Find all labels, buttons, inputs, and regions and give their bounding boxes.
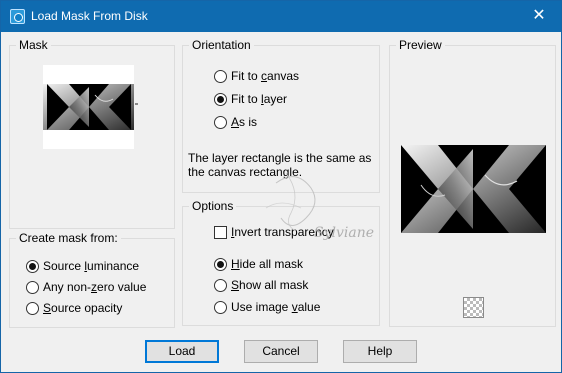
radio-indicator — [214, 300, 227, 314]
cancel-button[interactable]: Cancel — [244, 340, 318, 363]
mask-thumbnail[interactable] — [43, 65, 134, 149]
radio-label: Fit to layer — [231, 92, 288, 106]
checkbox-indicator — [214, 225, 227, 239]
close-icon: ✕ — [532, 7, 546, 24]
orientation-info-text: The layer rectangle is the same as the c… — [188, 151, 372, 179]
checkbox-label: Invert transparency — [231, 225, 334, 239]
source-opacity-radio[interactable]: Source opacity — [26, 299, 122, 317]
transparency-toggle-icon[interactable] — [463, 297, 484, 318]
thumbnail-marker — [135, 103, 138, 105]
app-icon — [10, 9, 25, 24]
mask-thumbnail-image — [43, 84, 134, 130]
mask-group-label: Mask — [16, 38, 51, 52]
source-luminance-radio[interactable]: Source luminance — [26, 257, 139, 275]
preview-image — [401, 145, 546, 233]
radio-indicator — [26, 301, 39, 315]
orientation-label: Orientation — [189, 38, 254, 52]
radio-label: Any non-zero value — [43, 280, 147, 294]
radio-label: Source opacity — [43, 301, 123, 315]
radio-indicator — [26, 259, 39, 273]
dialog-window: Load Mask From Disk ✕ Mask Create mask f… — [0, 0, 562, 373]
create-mask-from-label: Create mask from: — [16, 231, 121, 245]
radio-label: As is — [231, 115, 258, 129]
help-button[interactable]: Help — [343, 340, 417, 363]
show-all-mask-radio[interactable]: Show all mask — [214, 276, 308, 294]
invert-transparency-checkbox[interactable]: Invert transparency — [214, 223, 334, 241]
radio-indicator — [214, 69, 227, 83]
load-button[interactable]: Load — [145, 340, 219, 363]
close-button[interactable]: ✕ — [517, 1, 561, 32]
options-label: Options — [189, 199, 237, 213]
radio-label: Show all mask — [231, 278, 309, 292]
fit-to-layer-radio[interactable]: Fit to layer — [214, 90, 287, 108]
radio-indicator — [26, 280, 39, 294]
use-image-value-radio[interactable]: Use image value — [214, 298, 320, 316]
radio-label: Hide all mask — [231, 257, 304, 271]
radio-indicator — [214, 92, 227, 106]
radio-label: Source luminance — [43, 259, 140, 273]
radio-label: Fit to canvas — [231, 69, 300, 83]
radio-indicator — [214, 257, 227, 271]
radio-indicator — [214, 115, 227, 129]
title-bar[interactable]: Load Mask From Disk ✕ — [1, 1, 561, 32]
as-is-radio[interactable]: As is — [214, 113, 257, 131]
radio-label: Use image value — [231, 300, 321, 314]
preview-image-graphic — [401, 145, 546, 233]
window-title: Load Mask From Disk — [31, 9, 148, 23]
preview-label: Preview — [396, 38, 445, 52]
radio-indicator — [214, 278, 227, 292]
hide-all-mask-radio[interactable]: Hide all mask — [214, 255, 303, 273]
fit-to-canvas-radio[interactable]: Fit to canvas — [214, 67, 299, 85]
any-nonzero-value-radio[interactable]: Any non-zero value — [26, 278, 146, 296]
